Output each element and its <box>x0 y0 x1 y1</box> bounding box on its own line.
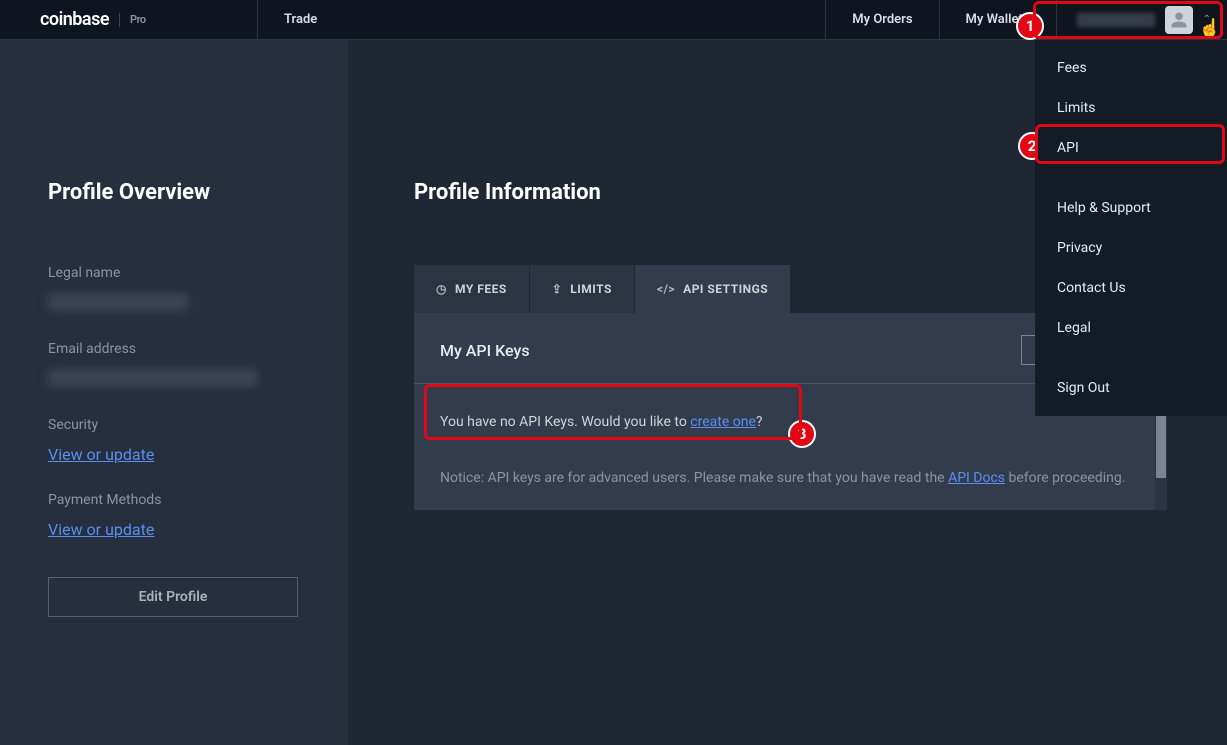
tab-label: API SETTINGS <box>683 282 768 296</box>
link-security-view[interactable]: View or update <box>48 445 154 464</box>
notice-message: Notice: API keys are for advanced users.… <box>440 470 1141 486</box>
no-keys-text-pre: You have no API Keys. Would you like to <box>440 414 690 430</box>
dd-api[interactable]: API <box>1035 128 1227 168</box>
callout-badge-1: 1 <box>1016 12 1044 40</box>
user-menu-toggle[interactable]: ⌃ ☝ <box>1056 0 1227 39</box>
tab-my-fees[interactable]: ◷ MY FEES <box>414 265 529 313</box>
dd-legal[interactable]: Legal <box>1035 308 1227 348</box>
panel-heading: My API Keys <box>440 341 530 360</box>
edit-profile-button[interactable]: Edit Profile <box>48 577 298 617</box>
create-one-link[interactable]: create one <box>690 414 756 430</box>
user-dropdown: Fees Limits API Help & Support Privacy C… <box>1035 40 1227 416</box>
label-email: Email address <box>48 341 300 357</box>
value-email-redacted <box>48 369 258 387</box>
dd-privacy[interactable]: Privacy <box>1035 228 1227 268</box>
nav-spacer <box>343 0 825 39</box>
link-payment-view[interactable]: View or update <box>48 520 154 539</box>
logo[interactable]: coinbase Pro <box>0 0 257 39</box>
notice-text-pre: Notice: API keys are for advanced users.… <box>440 470 948 486</box>
sidebar-title: Profile Overview <box>48 180 300 205</box>
user-name-redacted <box>1077 13 1155 27</box>
dd-limits[interactable]: Limits <box>1035 88 1227 128</box>
api-docs-link[interactable]: API Docs <box>948 470 1005 486</box>
dd-signout[interactable]: Sign Out <box>1035 368 1227 408</box>
dd-separator <box>1035 168 1227 188</box>
label-security: Security <box>48 417 300 433</box>
callout-badge-3: 3 <box>788 420 816 448</box>
user-icon <box>1170 11 1188 29</box>
value-legal-name-redacted <box>48 293 188 311</box>
tab-label: MY FEES <box>455 282 507 296</box>
tab-label: LIMITS <box>570 282 612 296</box>
label-legal-name: Legal name <box>48 265 300 281</box>
upload-icon: ⇪ <box>552 282 563 296</box>
dd-separator <box>1035 348 1227 368</box>
dd-contact[interactable]: Contact Us <box>1035 268 1227 308</box>
tab-limits[interactable]: ⇪ LIMITS <box>530 265 634 313</box>
tab-api-settings[interactable]: </> API SETTINGS <box>635 265 790 313</box>
nav-trade[interactable]: Trade <box>257 0 343 39</box>
logo-text: coinbase <box>40 9 109 30</box>
gauge-icon: ◷ <box>436 282 447 296</box>
label-payment: Payment Methods <box>48 492 300 508</box>
avatar <box>1165 6 1193 34</box>
sidebar: Profile Overview Legal name Email addres… <box>0 40 348 745</box>
nav-my-orders[interactable]: My Orders <box>825 0 938 39</box>
code-icon: </> <box>657 282 675 296</box>
dd-help[interactable]: Help & Support <box>1035 188 1227 228</box>
logo-suffix: Pro <box>119 13 146 27</box>
chevron-up-icon: ⌃ <box>1203 14 1211 25</box>
notice-text-post: before proceeding. <box>1005 470 1125 486</box>
dd-fees[interactable]: Fees <box>1035 48 1227 88</box>
no-keys-text-post: ? <box>756 414 763 430</box>
